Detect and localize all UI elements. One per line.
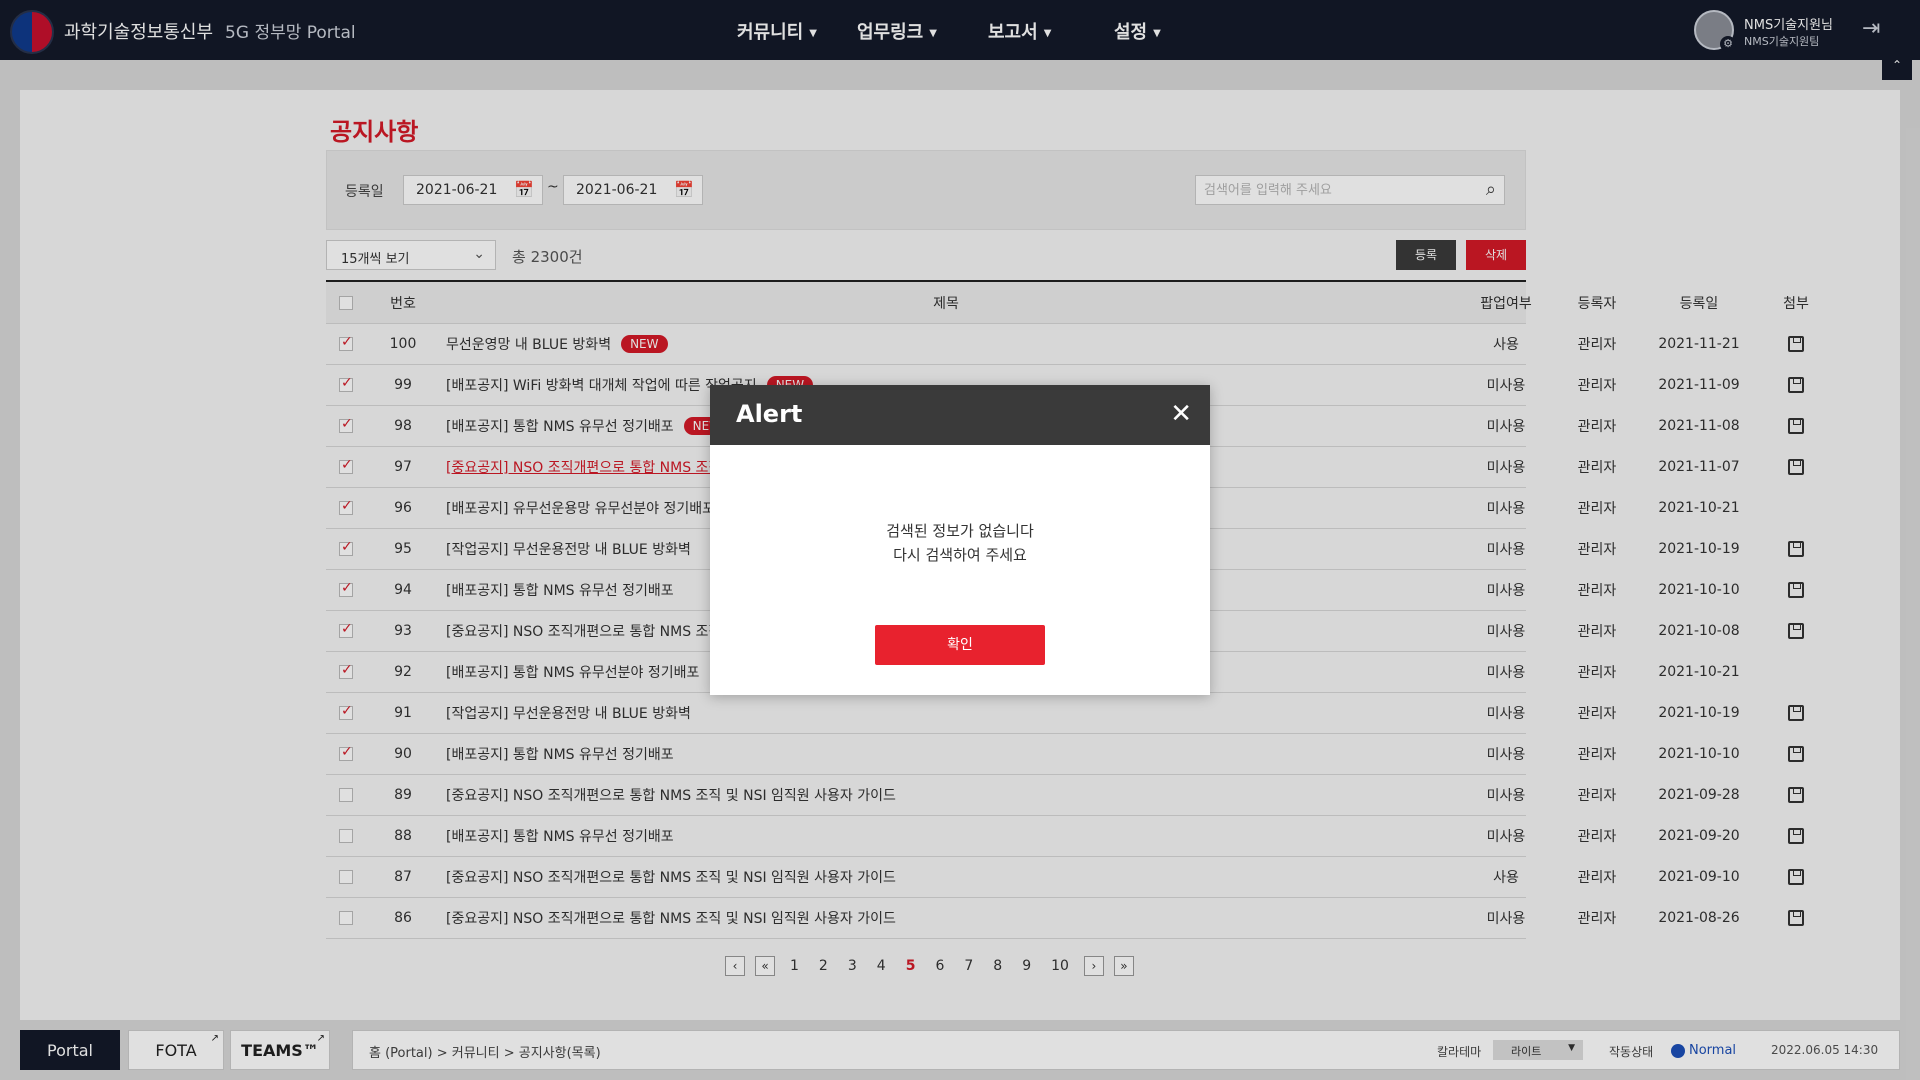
close-icon[interactable]: ✕ xyxy=(1170,399,1192,429)
alert-message-line2: 다시 검색하여 주세요 xyxy=(893,546,1027,564)
alert-title: Alert xyxy=(736,400,803,428)
alert-header: Alert ✕ xyxy=(710,385,1210,445)
alert-dialog: Alert ✕ 검색된 정보가 없습니다 다시 검색하여 주세요 확인 xyxy=(710,385,1210,695)
confirm-button[interactable]: 확인 xyxy=(875,625,1045,665)
alert-message-line1: 검색된 정보가 없습니다 xyxy=(886,522,1034,540)
modal-overlay: Alert ✕ 검색된 정보가 없습니다 다시 검색하여 주세요 확인 xyxy=(0,0,1920,1080)
